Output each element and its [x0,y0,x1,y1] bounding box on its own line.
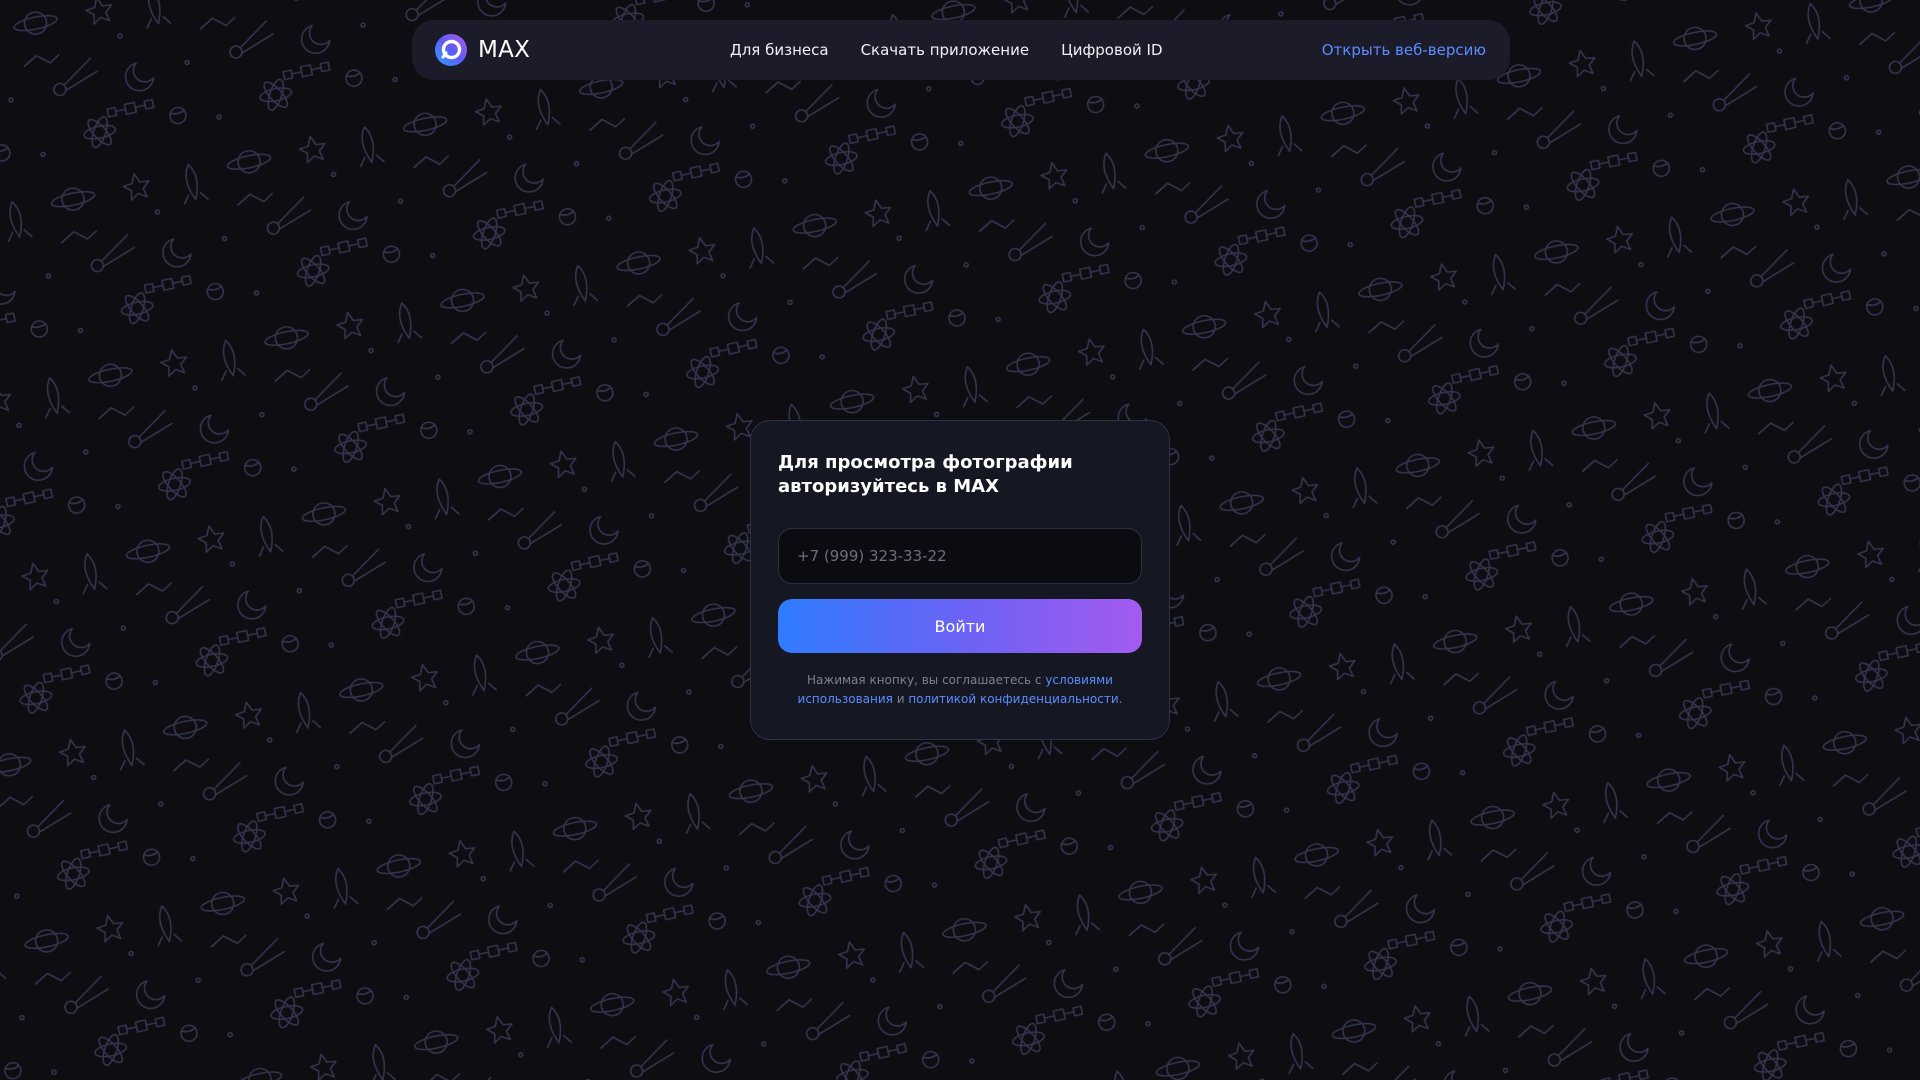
login-card: Для просмотра фотографии авторизуйтесь в… [750,420,1170,740]
top-navigation-bar: MAX Для бизнеса Скачать приложение Цифро… [412,20,1510,80]
privacy-policy-link[interactable]: политикой конфиденциальности [908,692,1118,706]
open-web-version-link[interactable]: Открыть веб-версию [1322,41,1486,59]
nav-links: Для бизнеса Скачать приложение Цифровой … [730,20,1163,80]
nav-link-business[interactable]: Для бизнеса [730,41,829,59]
brand-logo-link[interactable]: MAX [434,33,530,67]
terms-suffix: . [1118,692,1123,706]
terms-middle: и [892,692,909,706]
terms-prefix: Нажимая кнопку, вы соглашаетесь с [807,673,1046,687]
login-button[interactable]: Войти [778,599,1142,653]
phone-input[interactable] [778,528,1142,584]
terms-notice: Нажимая кнопку, вы соглашаетесь с услови… [778,671,1142,709]
nav-link-digital-id[interactable]: Цифровой ID [1061,41,1162,59]
login-title: Для просмотра фотографии авторизуйтесь в… [778,452,1073,497]
brand-name: MAX [478,37,531,63]
nav-link-download-app[interactable]: Скачать приложение [861,41,1030,59]
max-logo-icon [435,34,467,66]
